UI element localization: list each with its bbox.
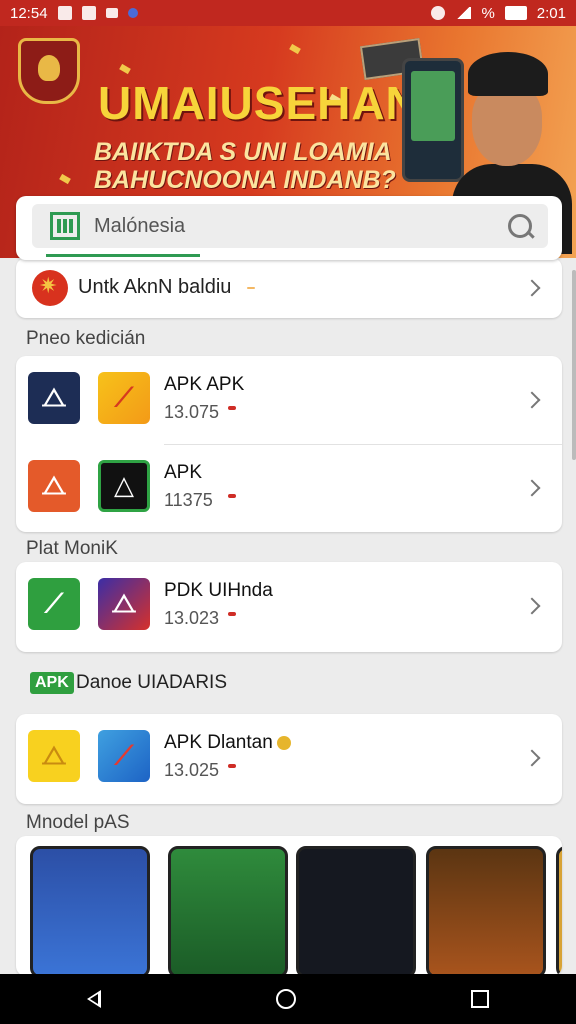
- chevron-right-icon: [523, 391, 541, 409]
- screenshots-card: [16, 836, 562, 976]
- person-cap: [468, 52, 548, 96]
- app-list-card: ⧍ ⟋ APK APK 13.075 ⧍ △ APK 11375: [16, 356, 562, 532]
- chevron-right-icon: [523, 479, 541, 497]
- app-row[interactable]: ⧍ △ APK 11375: [16, 444, 562, 532]
- app-row[interactable]: ⟋ ⧍ PDK UIHnda 13.023: [16, 562, 562, 650]
- app-icon-2: ⟋: [98, 372, 150, 424]
- bird-icon: [105, 8, 118, 18]
- app-icon: ⟋: [28, 578, 80, 630]
- home-icon[interactable]: [275, 989, 296, 1009]
- app-name: PDK UIHnda: [164, 580, 273, 601]
- image-icon: [81, 6, 96, 20]
- app-version: 13.023: [164, 608, 220, 628]
- store-icon: [50, 212, 80, 240]
- app-version: 11375: [164, 490, 213, 510]
- app-icon: ⧍: [28, 372, 80, 424]
- app-icon-2: ⧍: [98, 578, 150, 630]
- a-logo-icon: ⧍: [41, 382, 67, 413]
- section-title-popular: Pneo kedicián: [26, 328, 146, 349]
- dot-icon: [127, 8, 138, 18]
- banner-subtitle-2: BAHUCNOONA INDANB?: [94, 166, 396, 194]
- gear-icon: [431, 6, 446, 20]
- chevron-right-icon: [523, 279, 541, 297]
- navigation-bar: [0, 974, 576, 1024]
- app-icon: ⧍: [28, 730, 80, 782]
- garuda-emblem-icon: [18, 38, 80, 104]
- section-title-more: Mnodel pAS: [26, 812, 130, 833]
- sun-emblem-icon: [32, 270, 68, 306]
- chevron-right-icon: [523, 597, 541, 615]
- a-logo-icon: ⧍: [41, 470, 67, 501]
- app-row[interactable]: ⧍ ⟋ APK APK 13.075: [16, 356, 562, 444]
- featured-tag: [246, 286, 255, 289]
- a-logo-icon: ⧍: [111, 588, 137, 619]
- app-tag: [228, 612, 236, 616]
- battery-icon: [504, 6, 527, 20]
- scrollbar[interactable]: [572, 270, 576, 460]
- confetti-decoration: [289, 43, 301, 55]
- search-icon[interactable]: [508, 214, 532, 238]
- screenshot-thumbnail[interactable]: [426, 846, 546, 976]
- tab-indicator: [46, 254, 200, 257]
- app-row[interactable]: ⧍ ⟋ APK Dlantan 13.025: [16, 714, 562, 802]
- featured-label-text: Untk AknN baldiu: [78, 276, 232, 298]
- app-tag: [228, 494, 236, 498]
- screenshot-thumbnail[interactable]: [168, 846, 288, 976]
- app-icon-2: △: [98, 460, 150, 512]
- back-icon[interactable]: [87, 990, 102, 1008]
- app-list-card: ⟋ ⧍ PDK UIHnda 13.023: [16, 562, 562, 652]
- section-title-plat: Plat MoniK: [26, 538, 118, 559]
- featured-item[interactable]: Untk AknN baldiu: [16, 258, 562, 318]
- status-left: 12:54: [10, 5, 138, 22]
- app-name: APK: [164, 462, 203, 483]
- apk-badge: APK: [30, 672, 74, 694]
- recent-apps-icon[interactable]: [470, 990, 489, 1008]
- search-input[interactable]: Malónesia: [94, 215, 508, 238]
- battery-percent: %: [481, 4, 495, 22]
- section-title-dance: Danoe UIADARIS: [76, 672, 228, 693]
- search-card: Malónesia: [16, 196, 562, 260]
- status-time: 2:01: [536, 4, 566, 22]
- app-version: 13.075: [164, 402, 220, 422]
- screenshot-thumbnail[interactable]: [296, 846, 416, 976]
- app-tag: [228, 406, 236, 410]
- search-bar[interactable]: Malónesia: [32, 204, 548, 248]
- status-text: 12:54: [10, 4, 48, 22]
- app-version: 13.025: [164, 760, 220, 780]
- banner-subtitle: BAIIKTDA S UNI LOAMIA: [94, 138, 392, 166]
- arrow-logo-icon: ⟋: [44, 588, 64, 619]
- app-icon: ⧍: [28, 460, 80, 512]
- app-icon-2: ⟋: [98, 730, 150, 782]
- app-list-card: ⧍ ⟋ APK Dlantan 13.025: [16, 714, 562, 804]
- status-bar: 12:54 % 2:01: [0, 0, 576, 26]
- confetti-decoration: [119, 63, 131, 75]
- a-logo-icon: ⧍: [41, 740, 67, 771]
- banner-title: UMAIUSEHAN: [98, 77, 420, 129]
- slash-logo-icon: ⟋: [114, 740, 134, 771]
- app-name-text: APK Dlantan: [164, 732, 273, 753]
- notification-icon: [57, 6, 72, 20]
- confetti-decoration: [59, 173, 71, 185]
- screenshot-thumbnail[interactable]: [556, 846, 562, 976]
- featured-label: Untk AknN baldiu: [78, 276, 255, 299]
- wifi-icon: [455, 7, 472, 19]
- app-tag: [228, 764, 236, 768]
- app-name: APK APK: [164, 374, 245, 395]
- triangle-logo-icon: △: [114, 471, 134, 501]
- screenshot-thumbnail[interactable]: [30, 846, 150, 976]
- app-name: APK Dlantan: [164, 732, 291, 754]
- slash-logo-icon: ⟋: [114, 382, 134, 413]
- chevron-right-icon: [523, 749, 541, 767]
- verified-badge-icon: [276, 735, 291, 750]
- status-right: % 2:01: [431, 5, 566, 22]
